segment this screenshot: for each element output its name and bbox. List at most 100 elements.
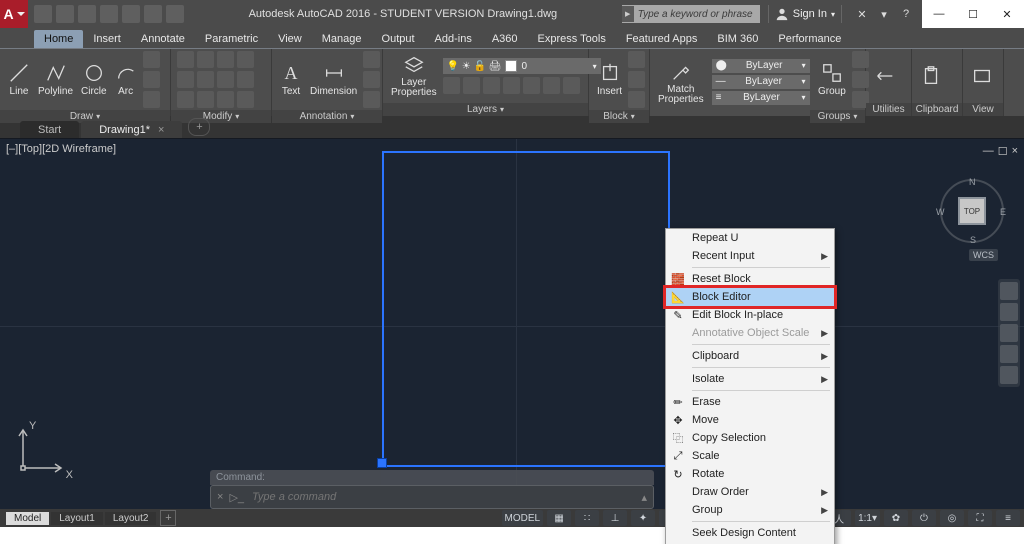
nav-wheel-icon[interactable] xyxy=(1000,282,1018,300)
tab-manage[interactable]: Manage xyxy=(312,30,372,48)
panel-annotation-label[interactable]: Annotation xyxy=(272,110,382,123)
app-menu-button[interactable]: A xyxy=(0,0,28,28)
ctx-clipboard[interactable]: Clipboard▶ xyxy=(666,347,834,365)
ctx-isolate[interactable]: Isolate▶ xyxy=(666,370,834,388)
panel-block-label[interactable]: Block xyxy=(589,110,649,123)
status-hardware-icon[interactable]: ⏻ xyxy=(912,510,936,526)
layer-tool-5-icon[interactable] xyxy=(523,77,540,94)
tab-annotate[interactable]: Annotate xyxy=(131,30,195,48)
match-properties-button[interactable]: Match Properties xyxy=(656,61,706,105)
layout-add-button[interactable]: + xyxy=(160,510,176,526)
signin-button[interactable]: Sign In▾ xyxy=(768,5,842,23)
linetype-dropdown[interactable]: ≡ByLayer▾ xyxy=(712,91,810,105)
viewcube-w[interactable]: W xyxy=(936,207,945,217)
layer-dropdown[interactable]: 💡 ☀ 🔓 🖨 0▾ xyxy=(443,58,601,74)
ctx-block-editor[interactable]: 📐Block Editor xyxy=(666,288,834,306)
status-isolate-icon[interactable]: ◎ xyxy=(940,510,964,526)
command-menu-icon[interactable]: ▴ xyxy=(641,491,647,504)
ctx-group[interactable]: Group▶ xyxy=(666,501,834,519)
qat-new-icon[interactable] xyxy=(34,5,52,23)
draw-more-1-icon[interactable] xyxy=(143,51,160,68)
maximize-button[interactable]: ☐ xyxy=(956,0,990,28)
explode-icon[interactable] xyxy=(237,71,254,88)
tab-express[interactable]: Express Tools xyxy=(528,30,616,48)
edit-block-icon[interactable] xyxy=(628,71,645,88)
ctx-seek[interactable]: Seek Design Content xyxy=(666,524,834,542)
viewcube[interactable]: TOP N E S W xyxy=(940,179,1004,243)
status-snap-icon[interactable]: ∷ xyxy=(575,510,599,526)
move-icon[interactable] xyxy=(177,51,194,68)
nav-zoom-icon[interactable] xyxy=(1000,324,1018,342)
command-close-icon[interactable]: × xyxy=(217,491,223,503)
erase-icon[interactable] xyxy=(237,51,254,68)
dimension-button[interactable]: Dimension xyxy=(308,62,359,97)
tab-output[interactable]: Output xyxy=(372,30,425,48)
status-model-button[interactable]: MODEL xyxy=(502,510,544,526)
arc-button[interactable]: Arc xyxy=(113,62,139,97)
vp-close-icon[interactable]: × xyxy=(1012,145,1018,158)
draw-more-2-icon[interactable] xyxy=(143,71,160,88)
grip-handle[interactable] xyxy=(377,458,387,468)
ctx-repeat[interactable]: Repeat U xyxy=(666,229,834,247)
trim-icon[interactable] xyxy=(217,51,234,68)
vp-maximize-icon[interactable]: ☐ xyxy=(998,145,1008,158)
status-ortho-icon[interactable]: ⊥ xyxy=(603,510,627,526)
panel-layers-label[interactable]: Layers xyxy=(383,103,588,116)
ctx-reset-block[interactable]: 🧱Reset Block xyxy=(666,270,834,288)
group-button[interactable]: Group xyxy=(816,62,848,97)
tab-performance[interactable]: Performance xyxy=(768,30,851,48)
layer-tool-3-icon[interactable] xyxy=(483,77,500,94)
help-search-input[interactable]: Type a keyword or phrase xyxy=(622,5,760,23)
command-input[interactable] xyxy=(250,490,641,504)
status-polar-icon[interactable]: ✦ xyxy=(631,510,655,526)
tab-parametric[interactable]: Parametric xyxy=(195,30,268,48)
status-customize-icon[interactable]: ≡ xyxy=(996,510,1020,526)
ctx-move[interactable]: ✥Move xyxy=(666,411,834,429)
create-block-icon[interactable] xyxy=(628,51,645,68)
panel-clipboard-label[interactable]: Clipboard xyxy=(912,103,962,116)
status-scale-button[interactable]: 1:1 ▾ xyxy=(855,510,880,526)
help-icon[interactable]: ? xyxy=(898,6,914,22)
lineweight-dropdown[interactable]: —ByLayer▾ xyxy=(712,75,810,89)
layout-tab-model[interactable]: Model xyxy=(6,512,49,525)
stay-connected-icon[interactable]: ▾ xyxy=(876,6,892,22)
ctx-scale[interactable]: ⤢Scale xyxy=(666,447,834,465)
anno-more-icon[interactable] xyxy=(363,91,380,108)
stretch-icon[interactable] xyxy=(177,91,194,108)
array-icon[interactable] xyxy=(217,91,234,108)
viewcube-s[interactable]: S xyxy=(970,235,976,245)
layer-tool-4-icon[interactable] xyxy=(503,77,520,94)
block-attr-icon[interactable] xyxy=(628,91,645,108)
mirror-icon[interactable] xyxy=(197,71,214,88)
command-line[interactable]: × ▷_ ▴ xyxy=(210,485,654,509)
ctx-edit-inplace[interactable]: ✎Edit Block In-place xyxy=(666,306,834,324)
circle-button[interactable]: Circle xyxy=(79,62,109,97)
qat-save-icon[interactable] xyxy=(78,5,96,23)
viewcube-face[interactable]: TOP xyxy=(960,199,984,223)
drawing-canvas[interactable]: [–][Top][2D Wireframe] — ☐ × TOP N E S W… xyxy=(0,139,1024,527)
tab-a360[interactable]: A360 xyxy=(482,30,528,48)
panel-utilities-label[interactable]: Utilities xyxy=(866,103,911,116)
copy-icon[interactable] xyxy=(177,71,194,88)
viewport-label[interactable]: [–][Top][2D Wireframe] xyxy=(6,143,116,155)
nav-pan-icon[interactable] xyxy=(1000,303,1018,321)
minimize-button[interactable]: — xyxy=(922,0,956,28)
layer-tool-1-icon[interactable] xyxy=(443,77,460,94)
new-tab-button[interactable]: + xyxy=(188,118,210,136)
leader-icon[interactable] xyxy=(363,51,380,68)
tab-home[interactable]: Home xyxy=(34,30,83,48)
clipboard-button[interactable] xyxy=(918,65,944,87)
tab-insert[interactable]: Insert xyxy=(83,30,131,48)
ctx-draw-order[interactable]: Draw Order▶ xyxy=(666,483,834,501)
qat-open-icon[interactable] xyxy=(56,5,74,23)
qat-undo-icon[interactable] xyxy=(144,5,162,23)
tab-addins[interactable]: Add-ins xyxy=(425,30,482,48)
viewcube-n[interactable]: N xyxy=(969,177,976,187)
panel-view-label[interactable]: View xyxy=(963,103,1003,116)
tab-bim360[interactable]: BIM 360 xyxy=(707,30,768,48)
fillet-icon[interactable] xyxy=(217,71,234,88)
color-dropdown[interactable]: ⬤ByLayer▾ xyxy=(712,59,810,73)
qat-saveas-icon[interactable] xyxy=(100,5,118,23)
exchange-icon[interactable]: ✕ xyxy=(854,6,870,22)
offset-icon[interactable] xyxy=(237,91,254,108)
